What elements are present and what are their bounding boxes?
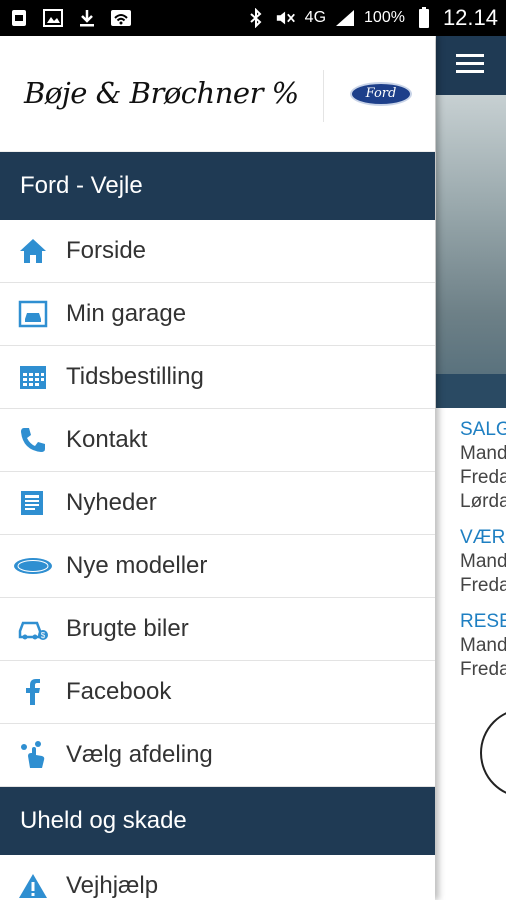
hero-band: [436, 374, 506, 408]
menu-item-facebook[interactable]: Facebook: [0, 661, 435, 724]
navigation-drawer: Bøje & Brøchner % Ford Ford - Vejle Fors…: [0, 36, 435, 900]
bg-line: VÆR: [460, 527, 506, 548]
bg-line: Lørda: [460, 491, 506, 512]
menu-item-tidsbestilling[interactable]: Tidsbestilling: [0, 346, 435, 409]
network-type: 4G: [304, 9, 327, 26]
menu-label: Min garage: [66, 300, 187, 327]
section-header-ford-vejle: Ford - Vejle: [0, 152, 435, 220]
ford-oval-icon: [0, 557, 66, 575]
menu-item-forside[interactable]: Forside: [0, 220, 435, 283]
menu-item-brugte-biler[interactable]: $ Brugte biler: [0, 598, 435, 661]
background-toolbar: [436, 36, 506, 95]
menu-item-vejhjaelp[interactable]: Vejhjælp: [0, 855, 435, 900]
clock: 12.14: [442, 5, 498, 30]
battery-percent: 100%: [364, 9, 405, 26]
news-icon: [0, 489, 66, 517]
menu-label: Nyheder: [66, 489, 157, 516]
menu-label: Vælg afdeling: [66, 741, 213, 768]
bg-line: Mand: [460, 443, 506, 464]
warning-icon: [0, 872, 66, 900]
background-hero-image: [436, 95, 506, 408]
background-text: SALG Mand Freda Lørda VÆR Mand Freda RES…: [436, 408, 506, 682]
download-icon: [76, 8, 98, 28]
hamburger-menu-icon[interactable]: [456, 52, 484, 79]
bluetooth-icon: [245, 8, 267, 28]
used-car-icon: $: [0, 615, 66, 643]
menu-item-nyheder[interactable]: Nyheder: [0, 472, 435, 535]
drawer-header: Bøje & Brøchner % Ford: [0, 36, 435, 152]
status-bar: 4G 100% 12.14: [0, 0, 506, 36]
svg-text:$: $: [41, 631, 46, 640]
menu-item-nye-modeller[interactable]: Nye modeller: [0, 535, 435, 598]
bg-line: Mand: [460, 635, 506, 656]
status-left: [8, 8, 132, 28]
bg-line: Mand: [460, 551, 506, 572]
menu-label: Tidsbestilling: [66, 363, 204, 390]
bg-line: SALG: [460, 419, 506, 440]
image-icon: [42, 8, 64, 28]
bg-line: Freda: [460, 659, 506, 680]
car-garage-icon: [0, 300, 66, 328]
menu-item-kontakt[interactable]: Kontakt: [0, 409, 435, 472]
dealer-logo: Bøje & Brøchner %: [24, 76, 299, 110]
select-location-icon: [0, 740, 66, 770]
menu-label: Facebook: [66, 678, 172, 705]
wifi-icon: [110, 8, 132, 28]
battery-icon: [413, 7, 435, 28]
bg-line: Freda: [460, 467, 506, 488]
facebook-icon: [0, 677, 66, 707]
calendar-icon: [0, 363, 66, 391]
background-app: SALG Mand Freda Lørda VÆR Mand Freda RES…: [436, 36, 506, 900]
home-icon: [0, 237, 66, 265]
background-circle-button[interactable]: [480, 708, 506, 798]
bg-line: Freda: [460, 575, 506, 596]
menu-label: Vejhjælp: [66, 872, 159, 899]
phone-icon: [0, 426, 66, 454]
ford-logo: Ford: [350, 82, 412, 106]
section-header-uheld-og-skade: Uheld og skade: [0, 787, 435, 855]
menu-label: Brugte biler: [66, 615, 189, 642]
signal-icon: [334, 8, 356, 28]
menu-item-min-garage[interactable]: Min garage: [0, 283, 435, 346]
menu-item-vaelg-afdeling[interactable]: Vælg afdeling: [0, 724, 435, 787]
menu-label: Kontakt: [66, 426, 148, 453]
bg-line: RESE: [460, 611, 506, 632]
mute-icon: [275, 8, 297, 28]
menu-label: Forside: [66, 237, 147, 264]
status-right: 4G 100% 12.14: [245, 5, 498, 31]
sim-icon: [8, 8, 30, 28]
screen: 4G 100% 12.14 SALG Mand Freda Lørda VÆR …: [0, 0, 506, 900]
header-divider: [323, 70, 324, 122]
menu-label: Nye modeller: [66, 552, 208, 579]
